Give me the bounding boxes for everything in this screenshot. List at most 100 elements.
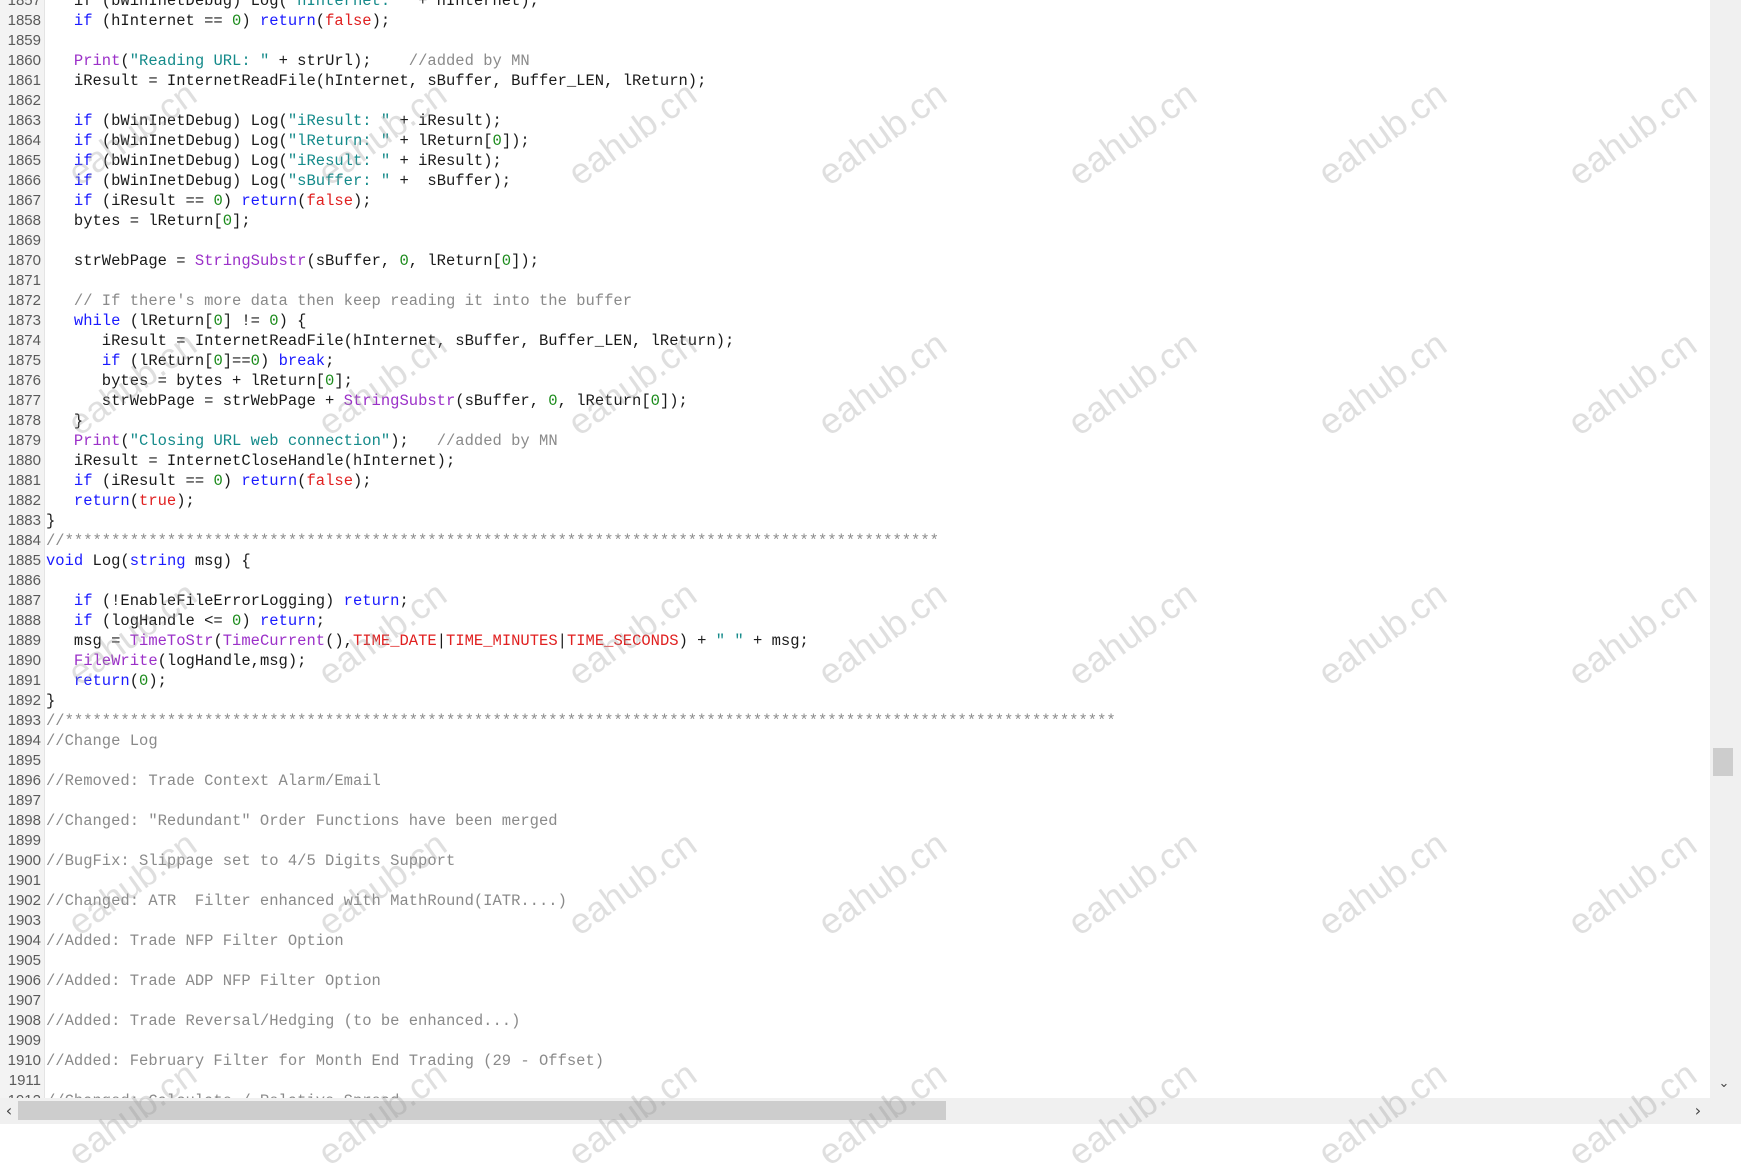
code-token: ) xyxy=(222,472,242,490)
code-text: iResult = InternetReadFile(hInternet, sB… xyxy=(46,331,735,351)
code-token: ; xyxy=(325,352,335,370)
line-number: 1883 xyxy=(7,512,41,529)
code-token: TIME_DATE xyxy=(352,632,437,650)
code-token: (bWinInetDebug) Log( xyxy=(92,132,288,150)
code-text: //Changed: ATR Filter enhanced with Math… xyxy=(46,891,567,911)
code-token: ) xyxy=(259,352,279,370)
code-token: if xyxy=(73,112,93,130)
scroll-left-arrow-icon[interactable]: ‹ xyxy=(0,1099,18,1123)
code-token: (sBuffer, xyxy=(455,392,549,410)
code-text: if (bWinInetDebug) Log("lReturn: " + lRe… xyxy=(46,131,530,151)
code-token: StringSubstr xyxy=(343,392,456,410)
line-number: 1892 xyxy=(7,692,41,709)
horizontal-scrollbar-thumb[interactable] xyxy=(18,1101,946,1120)
code-text: //BugFix: Slippage set to 4/5 Digits Sup… xyxy=(46,851,455,871)
line-number: 1898 xyxy=(7,812,41,829)
line-number: 1878 xyxy=(7,412,41,429)
vertical-scrollbar-thumb[interactable] xyxy=(1713,748,1733,776)
code-token: Print xyxy=(73,432,121,450)
code-text: void Log(string msg) { xyxy=(46,551,251,571)
code-token: // If there's more data then keep readin… xyxy=(73,292,632,310)
code-token: StringSubstr xyxy=(194,252,307,270)
code-token: return xyxy=(241,192,298,210)
code-token: ); xyxy=(353,472,372,490)
scroll-down-arrow-icon[interactable]: ⌄ xyxy=(1712,1073,1736,1095)
line-number: 1865 xyxy=(7,152,41,169)
line-number: 1860 xyxy=(7,52,41,69)
code-text: // If there's more data then keep readin… xyxy=(46,291,632,311)
code-token: TIME_SECONDS xyxy=(566,632,679,650)
code-token: return xyxy=(259,612,316,630)
code-token: return xyxy=(259,12,316,30)
code-token: 0 xyxy=(501,252,512,270)
code-token: "iResult: " xyxy=(287,152,391,170)
line-number: 1864 xyxy=(7,132,41,149)
code-editor[interactable]: 1857 if (bWinInetDebug) Log("hInternet: … xyxy=(0,0,1710,1098)
line-number: 1877 xyxy=(7,392,41,409)
code-token: //**************************************… xyxy=(46,532,939,550)
code-token: msg) { xyxy=(185,552,251,570)
code-token: (bWinInetDebug) Log( xyxy=(92,112,288,130)
code-token: "sBuffer: " xyxy=(287,172,391,190)
code-token: //Added: February Filter for Month End T… xyxy=(46,1052,605,1070)
line-number: 1858 xyxy=(7,12,41,29)
code-token: 0 xyxy=(222,212,233,230)
line-number: 1863 xyxy=(7,112,41,129)
line-number: 1870 xyxy=(7,252,41,269)
code-token: //Change Log xyxy=(46,732,158,750)
code-token: "Closing URL web connection" xyxy=(129,432,391,450)
line-number: 1857 xyxy=(7,0,41,9)
code-token: //**************************************… xyxy=(46,712,1116,730)
line-number: 1869 xyxy=(7,232,41,249)
code-text: } xyxy=(46,511,55,531)
line-number: 1872 xyxy=(7,292,41,309)
line-number: 1875 xyxy=(7,352,41,369)
code-text: //Added: February Filter for Month End T… xyxy=(46,1051,604,1071)
code-token: + iResult); xyxy=(390,152,502,170)
vertical-scrollbar[interactable] xyxy=(1710,0,1741,1098)
code-token: //added by MN xyxy=(436,432,558,450)
code-token: ]; xyxy=(232,212,251,230)
code-token: ( xyxy=(129,672,140,690)
code-token: 0 xyxy=(139,672,149,690)
code-token: (lReturn[ xyxy=(120,312,214,330)
code-token: TimeToStr xyxy=(129,632,214,650)
code-token: iResult = InternetCloseHandle(hInternet)… xyxy=(46,452,456,470)
code-token: 0 xyxy=(213,472,223,490)
code-token: true xyxy=(139,492,177,510)
scroll-right-arrow-icon[interactable]: › xyxy=(1689,1099,1707,1123)
code-token: ; xyxy=(315,612,326,630)
code-token: false xyxy=(306,472,353,490)
code-text: //Added: Trade NFP Filter Option xyxy=(46,931,344,951)
code-text: if (bWinInetDebug) Log("iResult: " + iRe… xyxy=(46,151,502,171)
code-text: //Changed: "Redundant" Order Functions h… xyxy=(46,811,558,831)
code-token: ); xyxy=(390,432,437,450)
code-text: Print("Closing URL web connection"); //a… xyxy=(46,431,558,451)
code-token: "iResult: " xyxy=(287,112,391,130)
line-number: 1881 xyxy=(7,472,41,489)
code-token: ) xyxy=(241,612,260,630)
code-token: if xyxy=(73,172,93,190)
code-token: 0 xyxy=(650,392,660,410)
line-number: 1897 xyxy=(7,792,41,809)
code-text: return(0); xyxy=(46,671,167,691)
code-token: break xyxy=(278,352,326,370)
code-token: //BugFix: Slippage set to 4/5 Digits Sup… xyxy=(46,852,456,870)
line-number: 1879 xyxy=(7,432,41,449)
code-token: + lReturn[ xyxy=(390,132,493,150)
line-number: 1900 xyxy=(7,852,41,869)
line-number: 1895 xyxy=(7,752,41,769)
line-number: 1868 xyxy=(7,212,41,229)
code-token: ); xyxy=(371,12,391,30)
line-number: 1885 xyxy=(7,552,41,569)
code-token: ( xyxy=(129,492,140,510)
code-token: ]); xyxy=(501,132,530,150)
